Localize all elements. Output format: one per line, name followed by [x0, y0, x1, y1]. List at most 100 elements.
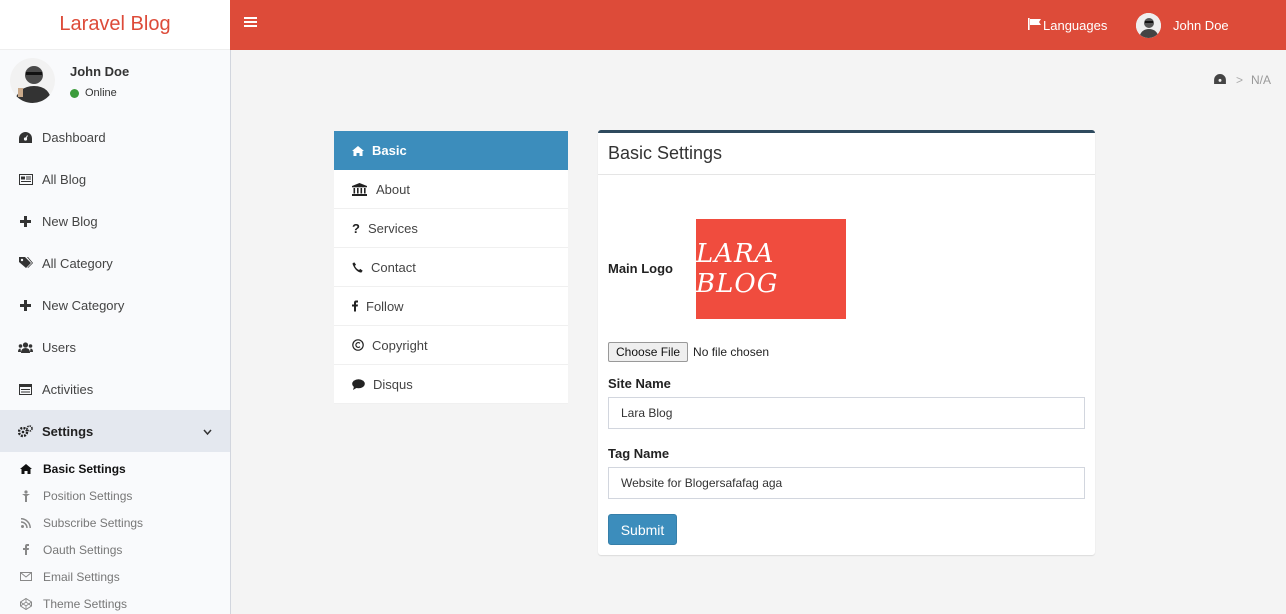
position-icon [20, 489, 32, 502]
sidebar-subitem-label: Email Settings [43, 569, 120, 584]
hamburger-icon[interactable] [244, 17, 257, 33]
home-icon [351, 145, 365, 156]
top-navbar: Languages John Doe [230, 0, 1286, 50]
status-label: Online [85, 87, 117, 99]
sidebar-item-settings[interactable]: Settings [0, 410, 230, 452]
tag-name-label: Tag Name [608, 446, 670, 461]
sidebar-item-label: Dashboard [42, 129, 106, 145]
submit-button[interactable]: Submit [608, 514, 677, 545]
sidebar-item-label: New Category [42, 297, 125, 313]
dashboard-icon [18, 130, 33, 144]
sidebar-subitem-email-settings[interactable]: Email Settings [0, 563, 230, 590]
question-icon: ? [352, 220, 360, 236]
phone-icon [351, 261, 363, 273]
plus-icon [18, 298, 33, 312]
sidebar-item-dashboard[interactable]: Dashboard [0, 116, 230, 158]
tab-label: Contact [371, 259, 416, 275]
newspaper-icon [18, 172, 33, 186]
sidebar: John Doe Online Dashboard All Blog New B… [0, 50, 231, 614]
logo-text: LARA BLOG [696, 239, 779, 299]
basic-settings-box: Basic Settings Main Logo LARA BLOG Choos… [598, 130, 1095, 555]
sidebar-menu: Dashboard All Blog New Blog All Category… [0, 116, 230, 452]
sidebar-subitem-oauth-settings[interactable]: Oauth Settings [0, 536, 230, 563]
avatar [10, 58, 55, 103]
sidebar-subitem-basic-settings[interactable]: Basic Settings [0, 455, 230, 482]
tab-label: Basic [372, 143, 407, 158]
tag-name-value: Website for Blogersafafag aga [621, 476, 783, 490]
logo-file-input: Choose File No file chosen [608, 342, 769, 362]
main-logo-label: Main Logo [608, 261, 673, 276]
sidebar-user-name: John Doe [70, 64, 130, 79]
settings-nav: Basic About ? Services Contact Follow Co… [334, 131, 568, 404]
sidebar-subitem-position-settings[interactable]: Position Settings [0, 482, 230, 509]
tab-disqus[interactable]: Disqus [334, 365, 568, 404]
app-logo[interactable]: Laravel Blog [0, 0, 230, 50]
user-name: John Doe [1173, 17, 1229, 33]
tab-label: Services [368, 220, 418, 236]
site-name-label: Site Name [608, 376, 671, 391]
flag-icon [1028, 17, 1043, 33]
bank-icon [351, 182, 367, 196]
tab-basic[interactable]: Basic [334, 131, 568, 170]
site-name-value: Lara Blog [621, 406, 673, 420]
tags-icon [18, 256, 33, 270]
plus-icon [18, 214, 33, 228]
tab-copyright[interactable]: Copyright [334, 326, 568, 365]
sidebar-subitem-label: Oauth Settings [43, 542, 123, 557]
status-dot-icon [70, 88, 79, 98]
rss-icon [20, 517, 32, 529]
comment-icon [351, 378, 365, 390]
copyright-icon [351, 339, 364, 351]
sidebar-item-new-blog[interactable]: New Blog [0, 200, 230, 242]
tab-follow[interactable]: Follow [334, 287, 568, 326]
envelope-icon [20, 571, 32, 583]
sidebar-subitem-label: Subscribe Settings [43, 515, 144, 530]
breadcrumb-current: N/A [1250, 73, 1271, 87]
online-status: Online [70, 87, 117, 99]
sidebar-item-label: Users [42, 339, 76, 355]
site-name-input[interactable]: Lara Blog [608, 397, 1085, 429]
sidebar-item-activities[interactable]: Activities [0, 368, 230, 410]
languages-label: Languages [1043, 17, 1108, 33]
tab-about[interactable]: About [334, 170, 568, 209]
sidebar-subitem-subscribe-settings[interactable]: Subscribe Settings [0, 509, 230, 536]
languages-menu[interactable]: Languages [1028, 0, 1107, 50]
sidebar-item-label: New Blog [42, 213, 98, 229]
sidebar-subitem-label: Theme Settings [43, 596, 128, 611]
list-icon [18, 382, 33, 396]
tab-label: Copyright [372, 337, 428, 353]
sidebar-item-label: Settings [42, 423, 94, 439]
facebook-icon [20, 544, 32, 556]
choose-file-button[interactable]: Choose File [608, 342, 689, 362]
settings-submenu: Basic Settings Position Settings Subscri… [0, 452, 230, 614]
tag-name-input[interactable]: Website for Blogersafafag aga [608, 467, 1085, 499]
tab-label: Disqus [373, 376, 413, 392]
breadcrumb: > N/A [1214, 73, 1271, 87]
file-status: No file chosen [693, 345, 770, 359]
sidebar-item-new-category[interactable]: New Category [0, 284, 230, 326]
users-icon [18, 340, 33, 354]
sidebar-item-all-blog[interactable]: All Blog [0, 158, 230, 200]
home-icon [20, 463, 32, 475]
user-panel: John Doe Online [0, 50, 230, 116]
avatar [1136, 12, 1161, 38]
main-logo-image: LARA BLOG [696, 219, 846, 319]
sidebar-item-label: All Category [42, 255, 113, 271]
sidebar-subitem-label: Position Settings [43, 488, 133, 503]
user-menu[interactable]: John Doe [1136, 0, 1229, 50]
dashboard-icon[interactable] [1214, 73, 1226, 87]
sidebar-item-users[interactable]: Users [0, 326, 230, 368]
tab-label: About [376, 181, 410, 197]
tab-services[interactable]: ? Services [334, 209, 568, 248]
box-title: Basic Settings [598, 133, 1095, 175]
sidebar-item-label: Activities [42, 381, 94, 397]
tab-contact[interactable]: Contact [334, 248, 568, 287]
sidebar-subitem-theme-settings[interactable]: Theme Settings [0, 590, 230, 614]
tab-label: Follow [366, 298, 404, 314]
sidebar-item-all-category[interactable]: All Category [0, 242, 230, 284]
codepen-icon [20, 597, 32, 610]
sidebar-item-label: All Blog [42, 171, 87, 187]
breadcrumb-separator: > [1235, 73, 1243, 87]
gears-icon [18, 424, 33, 438]
chevron-down-icon [203, 424, 212, 439]
